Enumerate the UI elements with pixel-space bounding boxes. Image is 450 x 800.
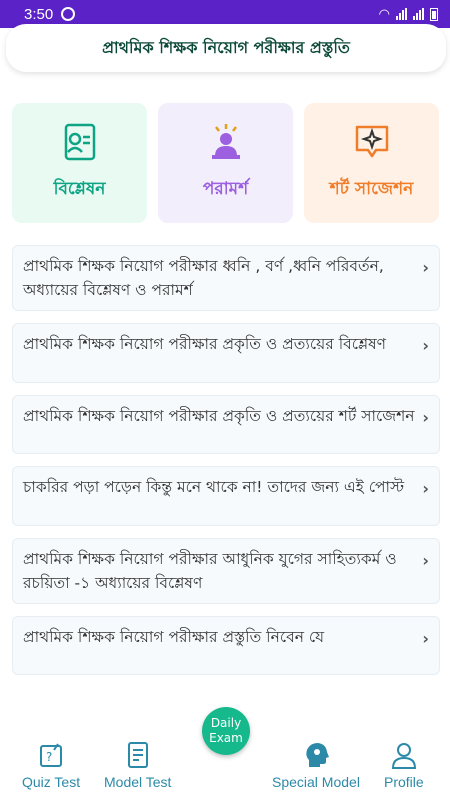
nav-profile-label: Profile — [384, 774, 424, 790]
post-list: প্রাথমিক শিক্ষক নিয়োগ পরীক্ষার ধ্বনি , … — [12, 245, 440, 675]
nav-quiz-label: Quiz Test — [22, 774, 81, 790]
head-gear-icon — [306, 743, 329, 767]
card-advice-label: পরামর্শ — [202, 179, 249, 199]
chevron-right-icon: › — [422, 258, 429, 277]
svg-text:?: ? — [46, 750, 52, 764]
suggestion-icon — [355, 125, 388, 158]
card-advice[interactable]: পরামর্শ — [158, 103, 293, 223]
card-suggestion[interactable]: শর্ট সাজেশন — [304, 103, 439, 223]
card-analysis[interactable]: বিশ্লেষন — [12, 103, 147, 223]
list-item[interactable]: প্রাথমিক শিক্ষক নিয়োগ পরীক্ষার প্রস্তুত… — [12, 615, 440, 675]
daily-exam-line2: Exam — [209, 731, 243, 745]
nav-model-test[interactable]: Model Test — [104, 740, 171, 790]
chevron-right-icon: › — [422, 628, 429, 648]
nav-model-label: Model Test — [104, 774, 172, 790]
advice-icon — [211, 124, 240, 159]
card-analysis-label: বিশ্লেষন — [53, 179, 106, 199]
list-item-text: প্রাথমিক শিক্ষক নিয়োগ পরীক্ষার প্রকৃতি … — [23, 335, 387, 353]
messenger-icon — [61, 7, 76, 21]
model-test-icon — [127, 742, 148, 768]
chevron-right-icon: › — [422, 336, 429, 355]
list-item[interactable]: প্রাথমিক শিক্ষক নিয়োগ পরীক্ষার প্রকৃতি … — [12, 323, 440, 383]
status-time: 3:50 — [24, 5, 54, 23]
list-item[interactable]: প্রাথমিক শিক্ষক নিয়োগ পরীক্ষার আধুনিক য… — [12, 537, 440, 604]
list-item[interactable]: প্রাথমিক শিক্ষক নিয়োগ পরীক্ষার প্রকৃতি … — [12, 394, 440, 454]
daily-exam-line1: Daily — [210, 716, 242, 730]
signal-icon-2 — [413, 8, 424, 20]
list-item[interactable]: চাকরির পড়া পড়েন কিন্তু মনে থাকে না! তা… — [12, 466, 440, 526]
list-item-text: প্রাথমিক শিক্ষক নিয়োগ পরীক্ষার আধুনিক য… — [23, 549, 397, 592]
nav-profile[interactable]: Profile — [384, 740, 424, 790]
wifi-icon: ◠ — [378, 6, 390, 21]
list-item-text: প্রাথমিক শিক্ষক নিয়োগ পরীক্ষার প্রকৃতি … — [23, 406, 415, 425]
list-item-text: প্রাথমিক শিক্ষক নিয়োগ পরীক্ষার প্রস্তুত… — [23, 627, 325, 646]
chevron-right-icon: › — [422, 479, 429, 498]
quiz-icon: ? — [40, 743, 63, 767]
analysis-icon — [64, 123, 95, 161]
nav-quiz-test[interactable]: ? Quiz Test — [22, 740, 80, 790]
list-item-text: প্রাথমিক শিক্ষক নিয়োগ পরীক্ষার ধ্বনি , … — [23, 257, 384, 299]
chevron-right-icon: › — [422, 407, 429, 427]
list-item-text: চাকরির পড়া পড়েন কিন্তু মনে থাকে না! তা… — [23, 478, 405, 496]
chevron-right-icon: › — [422, 550, 429, 570]
profile-icon — [391, 743, 416, 769]
nav-special-model[interactable]: Special Model — [272, 740, 360, 790]
card-suggestion-label: শর্ট সাজেশন — [329, 179, 414, 199]
category-cards: বিশ্লেষন পরামর্শ শর্ট সাজেশন — [12, 103, 440, 223]
daily-exam-button[interactable]: Daily Exam — [202, 707, 250, 755]
list-item[interactable]: প্রাথমিক শিক্ষক নিয়োগ পরীক্ষার ধ্বনি , … — [12, 245, 440, 311]
page-title: প্রাথমিক শিক্ষক নিয়োগ পরীক্ষার প্রস্তুত… — [6, 24, 446, 72]
signal-icon — [396, 8, 407, 20]
nav-special-label: Special Model — [272, 774, 360, 790]
battery-icon — [430, 7, 438, 21]
